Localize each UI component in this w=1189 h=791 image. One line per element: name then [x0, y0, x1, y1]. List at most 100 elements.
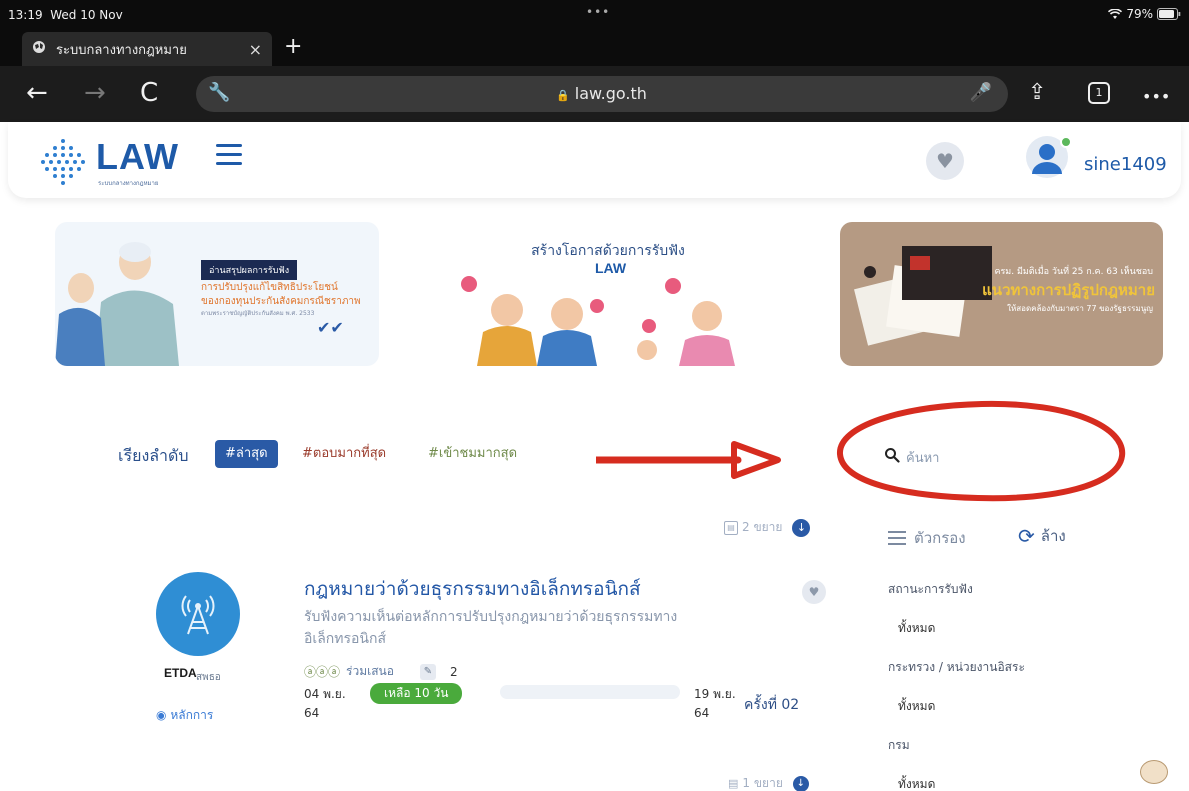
refresh-icon: ⟳: [1018, 524, 1035, 548]
browser-toolbar: ← → C 🔧 🔒 law.go.th 🎤 ⇪ 1 •••: [0, 66, 1189, 122]
document-icon: ▤: [724, 520, 738, 535]
law-description: อิเล็กทรอนิกส์: [304, 631, 386, 647]
close-tab-icon[interactable]: ×: [249, 40, 262, 59]
filter-group-value[interactable]: ทั้งหมด: [898, 775, 935, 791]
multitasking-dots-icon[interactable]: •••: [586, 5, 610, 19]
start-date: 04 พ.ย.: [304, 687, 346, 701]
logo-text: LAW: [96, 136, 179, 177]
tab-title: ระบบกลางทางกฎหมาย: [56, 42, 187, 58]
url-text[interactable]: 🔒 law.go.th: [556, 84, 647, 103]
share-icon[interactable]: ⇪: [1028, 78, 1046, 108]
more-menu-icon[interactable]: •••: [1142, 82, 1170, 112]
search-input[interactable]: [906, 446, 1066, 470]
filter-group-label: สถานะการรับฟัง: [888, 582, 973, 596]
circle-down-icon: ↓: [792, 518, 811, 537]
banner-line: การปรับปรุงแก้ไขสิทธิประโยชน์: [201, 282, 338, 293]
logo-dots-icon: [41, 139, 85, 185]
banner-line: ของกองทุนประกันสังคมกรณีชราภาพ: [201, 296, 361, 307]
online-status-dot: [1060, 136, 1072, 148]
banner-listening-opportunity[interactable]: สร้างโอกาสด้วยการรับฟัง LAW: [447, 222, 769, 366]
elderly-couple-illustration: [55, 242, 179, 366]
expand-all-label: 2 ขยาย: [742, 520, 783, 534]
days-remaining-badge: เหลือ 10 วัน: [370, 683, 463, 704]
clear-filters-button[interactable]: ⟳ ล้าง: [1018, 524, 1066, 548]
law-title[interactable]: กฎหมายว่าด้วยธุรกรรมทางอิเล็กทรอนิกส์: [304, 574, 641, 604]
wifi-icon: [1108, 8, 1123, 20]
annotation-arrow-icon: [596, 441, 781, 479]
search-icon: [884, 447, 900, 467]
filter-sliders-icon: [888, 531, 906, 545]
banner-line: ครม. มีมติเมื่อ วันที่ 25 ก.ค. 63 เห็นชอ…: [994, 267, 1153, 277]
end-date-year: 64: [694, 706, 710, 720]
cookie-icon[interactable]: [1140, 760, 1168, 784]
principle-link[interactable]: ◉ หลักการ: [156, 706, 213, 725]
system-status-bar: 13:19 Wed 10 Nov ••• 79%: [0, 0, 1189, 30]
filter-group-value[interactable]: ทั้งหมด: [898, 619, 935, 638]
law-description: รับฟังความเห็นต่อหลักการปรับปรุงกฎหมายว่…: [304, 609, 678, 625]
banner-survey-summary[interactable]: อ่านสรุปผลการรับฟัง การปรับปรุงแก้ไขสิทธ…: [55, 222, 379, 366]
document-icon: ▤: [728, 777, 739, 790]
participation-meta: ⓐⓐⓐ ร่วมเสนอ ✎ 2: [304, 662, 458, 681]
end-date: 19 พ.ย.: [694, 687, 736, 701]
tab-count-button[interactable]: 1: [1088, 82, 1110, 104]
banner-law-reform[interactable]: ครม. มีมติเมื่อ วันที่ 25 ก.ค. 63 เห็นชอ…: [840, 222, 1163, 366]
agency-name: ETDA: [164, 666, 197, 680]
people-icon: ⓐⓐⓐ: [304, 665, 341, 679]
sort-most-viewed-chip[interactable]: #เข้าชมมากสุด: [418, 440, 528, 468]
start-date-year: 64: [304, 706, 320, 720]
banner-line: แนวทางการปฏิรูปกฎหมาย: [982, 281, 1155, 299]
circle-down-icon: ↓: [792, 775, 809, 791]
antenna-tower-icon: [181, 595, 215, 635]
browser-tab[interactable]: ระบบกลางทางกฎหมาย ×: [22, 32, 272, 66]
check-marks-icon: ✔✔: [317, 318, 344, 337]
expand-item-toggle[interactable]: ▤ 1 ขยาย ↓: [728, 774, 809, 791]
expand-all-toggle[interactable]: ▤ 2 ขยาย ↓: [724, 518, 811, 537]
agency-subtitle: สพธอ: [196, 672, 221, 683]
back-arrow-icon[interactable]: ←: [26, 78, 48, 108]
battery-icon: [1157, 8, 1181, 20]
filter-title: ตัวกรอง: [914, 529, 966, 547]
favorites-heart-icon[interactable]: ♥: [926, 142, 964, 180]
agency-logo[interactable]: [156, 572, 240, 656]
expand-item-label: 1 ขยาย: [742, 776, 783, 790]
forward-arrow-icon[interactable]: →: [84, 78, 106, 108]
pen-icon: ✎: [419, 663, 436, 680]
battery-percent: 79%: [1126, 7, 1153, 21]
reload-icon[interactable]: C: [140, 78, 158, 108]
wrench-icon[interactable]: 🔧: [208, 82, 230, 103]
timeline-track: [500, 685, 680, 699]
username[interactable]: sine1409: [1084, 154, 1167, 175]
filter-group-label: กรม: [888, 738, 910, 752]
site-header: LAW ระบบกลางทางกฎหมาย ♥ sine1409: [8, 122, 1181, 198]
banner-line: ตามพระราชบัญญัติประกันสังคม พ.ศ. 2533: [201, 310, 315, 317]
card-favorite-heart-icon[interactable]: ♥: [802, 580, 826, 604]
filter-toggle[interactable]: ตัวกรอง: [888, 526, 966, 550]
banner-line: ให้สอดคล้องกับมาตรา 77 ของรัฐธรรมนูญ: [1007, 304, 1153, 313]
sort-most-answered-chip[interactable]: #ตอบมากที่สุด: [292, 440, 397, 468]
search-box[interactable]: [870, 440, 1080, 476]
principle-icon: ◉: [156, 708, 167, 722]
new-tab-button[interactable]: +: [284, 34, 302, 59]
documents-illustration: [854, 246, 992, 346]
filter-group-value[interactable]: ทั้งหมด: [898, 697, 935, 716]
lock-icon: 🔒: [556, 89, 570, 102]
comment-count: 2: [449, 664, 458, 679]
sort-label: เรียงลำดับ: [118, 446, 189, 465]
address-bar[interactable]: 🔧 🔒 law.go.th 🎤: [196, 76, 1008, 112]
microphone-icon[interactable]: 🎤: [970, 82, 992, 103]
status-time: 13:19 Wed 10 Nov: [8, 8, 123, 22]
sort-latest-chip[interactable]: #ล่าสุด: [215, 440, 278, 468]
participants-label: ร่วมเสนอ: [346, 664, 394, 678]
hamburger-menu-icon[interactable]: [216, 144, 242, 166]
happy-people-illustration: [461, 276, 735, 366]
logo-subtitle: ระบบกลางทางกฎหมาย: [98, 180, 159, 187]
globe-icon: [32, 40, 46, 58]
filter-group-label: กระทรวง / หน่วยงานอิสระ: [888, 660, 1025, 674]
law-logo[interactable]: LAW ระบบกลางทางกฎหมาย: [38, 132, 198, 190]
round-label: ครั้งที่ 02: [744, 697, 800, 713]
browser-tab-strip: ระบบกลางทางกฎหมาย × +: [0, 30, 1189, 66]
banner-title: สร้างโอกาสด้วยการรับฟัง: [531, 243, 685, 259]
avatar[interactable]: [1026, 136, 1072, 178]
clear-label: ล้าง: [1040, 527, 1066, 545]
banner-badge: อ่านสรุปผลการรับฟัง: [201, 260, 298, 280]
